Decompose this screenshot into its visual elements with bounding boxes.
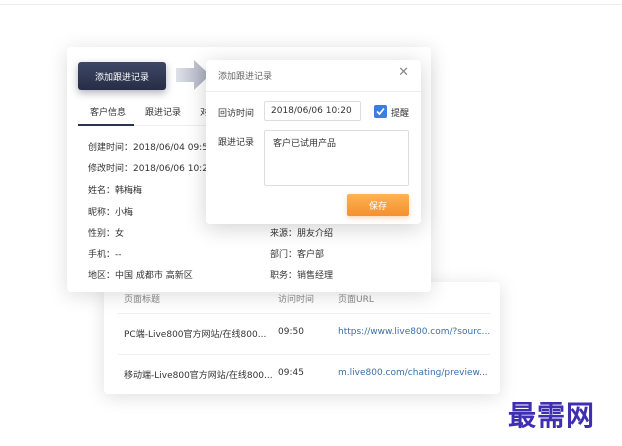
customer-position: 职务：销售经理 [270,271,334,281]
row-page-title: PC端-Live800官方网站/在线800... [124,330,267,340]
dialog-title: 添加跟进记录 [218,72,273,82]
customer-phone: 手机：-- [88,250,122,260]
table-row[interactable]: 移动端-Live800官方网站/在线800... 09:45 m.live800… [118,355,490,395]
customer-gender: 性别：女 [88,229,125,239]
visit-time-label: 回访时间 [218,109,255,119]
customer-region: 地区：中国 成都市 高新区 [88,271,193,281]
visit-time-input[interactable]: 2018/06/06 10:20 [264,101,361,121]
row-visit-time: 09:45 [278,368,304,378]
created-time: 创建时间：2018/06/04 09:56 [88,143,214,153]
page-visits-card: 页面标题 访问时间 页面URL PC端-Live800官方网站/在线800...… [104,282,500,394]
active-tab-indicator [78,124,134,126]
watermark: 最需网 [508,399,596,432]
header-visit-time: 访问时间 [278,295,315,305]
customer-department: 部门：客户部 [270,250,325,260]
top-divider [0,4,622,5]
save-button[interactable]: 保存 [347,194,409,216]
customer-source: 来源：朋友介绍 [270,229,334,239]
follow-record-textarea[interactable]: 客户已试用产品 [264,130,409,186]
add-follow-record-dialog: 添加跟进记录 ✕ 回访时间 2018/06/06 10:20 提醒 跟进记录 客… [206,60,421,224]
header-page-title: 页面标题 [124,295,161,305]
row-visit-time: 09:50 [278,327,304,337]
modified-time: 修改时间：2018/06/06 10:20 [88,164,214,174]
row-page-url[interactable]: m.live800.com/chating/preview... [338,368,488,378]
remind-label: 提醒 [391,109,410,119]
tab-follow-records[interactable]: 跟进记录 [145,105,181,118]
customer-nickname: 昵称：小梅 [88,208,134,218]
row-page-title: 移动端-Live800官方网站/在线800... [124,371,273,381]
table-row[interactable]: PC端-Live800官方网站/在线800... 09:50 https://w… [118,314,490,354]
checkmark-icon [376,107,385,116]
visits-table-header: 页面标题 访问时间 页面URL [104,290,500,308]
close-icon[interactable]: ✕ [398,65,409,80]
follow-record-label: 跟进记录 [218,138,255,148]
customer-name: 姓名：韩梅梅 [88,186,143,196]
row-page-url[interactable]: https://www.live800.com/?sourc... [338,327,490,337]
header-page-url: 页面URL [338,295,374,305]
tab-customer-info[interactable]: 客户信息 [90,105,126,118]
add-follow-record-button[interactable]: 添加跟进记录 [78,62,166,90]
dialog-divider [206,91,421,92]
remind-checkbox[interactable] [374,105,387,118]
